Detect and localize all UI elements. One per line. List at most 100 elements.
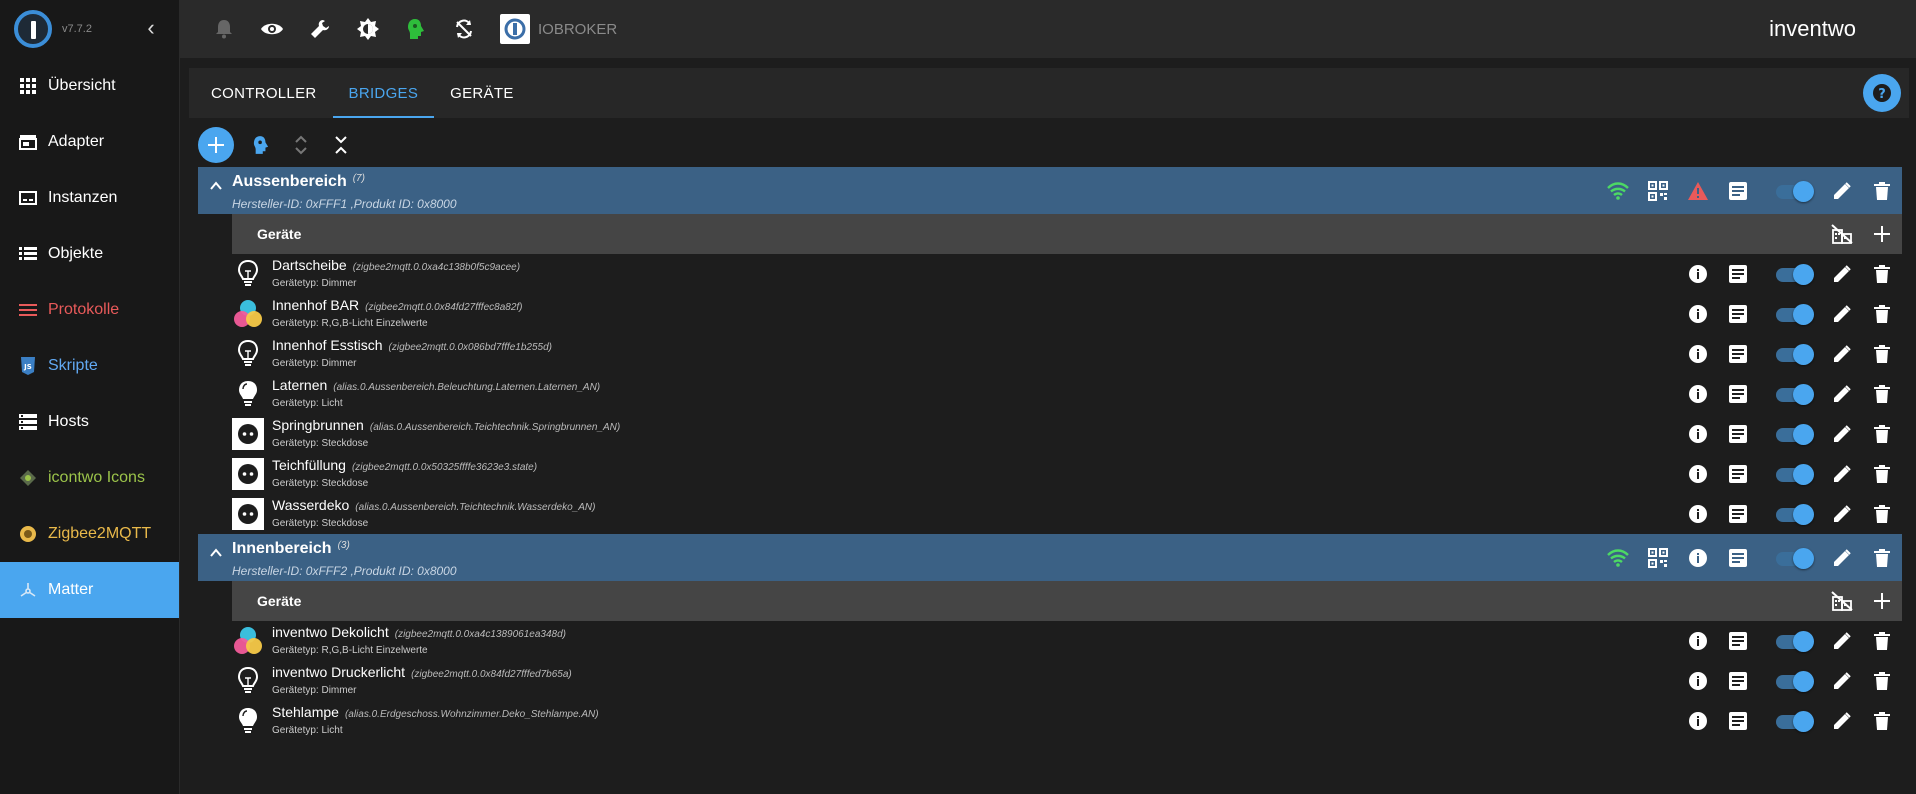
delete-trash-icon[interactable] (1862, 494, 1902, 534)
no-building-icon[interactable] (1822, 581, 1862, 621)
tab-bridges[interactable]: BRIDGES (332, 68, 435, 118)
notes-icon[interactable] (1718, 414, 1758, 454)
collapse-sidebar-icon[interactable]: ‹ (140, 17, 162, 40)
bridge-row[interactable]: Innenbereich (3) Hersteller-ID: 0xFFF2 ,P… (198, 534, 1902, 581)
sidebar-item-icontwo-icons[interactable]: icontwo Icons (0, 450, 179, 506)
edit-pencil-icon[interactable] (1822, 701, 1862, 741)
enable-toggle[interactable] (1774, 424, 1814, 445)
sidebar-item-protokolle[interactable]: Protokolle (0, 282, 179, 338)
edit-pencil-icon[interactable] (1822, 414, 1862, 454)
qr-code-icon[interactable] (1638, 171, 1678, 211)
theme-brightness-icon[interactable] (356, 17, 380, 41)
delete-trash-icon[interactable] (1862, 294, 1902, 334)
notes-icon[interactable] (1718, 701, 1758, 741)
enable-toggle[interactable] (1774, 384, 1814, 405)
sidebar-item-adapter[interactable]: Adapter (0, 114, 179, 170)
device-row[interactable]: Stehlampe (alias.0.Erdgeschoss.Wohnzimmer… (232, 701, 1902, 741)
delete-trash-icon[interactable] (1862, 374, 1902, 414)
device-row[interactable]: Laternen (alias.0.Aussenbereich.Beleuchtu… (232, 374, 1902, 414)
sidebar-item-uebersicht[interactable]: Übersicht (0, 58, 179, 114)
notes-icon[interactable] (1718, 538, 1758, 578)
delete-trash-icon[interactable] (1862, 334, 1902, 374)
add-device-plus-icon[interactable] (1862, 214, 1902, 254)
edit-pencil-icon[interactable] (1822, 334, 1862, 374)
notes-icon[interactable] (1718, 294, 1758, 334)
edit-pencil-icon[interactable] (1822, 454, 1862, 494)
edit-pencil-icon[interactable] (1822, 538, 1862, 578)
collapse-all-icon[interactable] (328, 132, 354, 158)
enable-toggle[interactable] (1774, 711, 1814, 732)
qr-code-icon[interactable] (1638, 538, 1678, 578)
delete-trash-icon[interactable] (1862, 538, 1902, 578)
sidebar-item-instanzen[interactable]: Instanzen (0, 170, 179, 226)
notes-icon[interactable] (1718, 334, 1758, 374)
wifi-icon[interactable] (1598, 538, 1638, 578)
device-row[interactable]: Teichfüllung (zigbee2mqtt.0.0x50325ffffe3… (232, 454, 1902, 494)
edit-pencil-icon[interactable] (1822, 494, 1862, 534)
notes-icon[interactable] (1718, 454, 1758, 494)
info-icon[interactable] (1678, 254, 1718, 294)
enable-toggle[interactable] (1774, 304, 1814, 325)
edit-pencil-icon[interactable] (1822, 661, 1862, 701)
device-row[interactable]: Wasserdeko (alias.0.Aussenbereich.Teichte… (232, 494, 1902, 534)
info-icon[interactable] (1678, 414, 1718, 454)
device-row[interactable]: Innenhof BAR (zigbee2mqtt.0.0x84fd27fffec… (232, 294, 1902, 334)
enable-toggle[interactable] (1774, 180, 1814, 202)
info-icon[interactable] (1678, 538, 1718, 578)
device-row[interactable]: Innenhof Esstisch (zigbee2mqtt.0.0x086bd7… (232, 334, 1902, 374)
enable-toggle[interactable] (1774, 464, 1814, 485)
iobroker-logo-icon[interactable] (14, 10, 52, 48)
notes-icon[interactable] (1718, 254, 1758, 294)
restart-sync-icon[interactable] (452, 17, 476, 41)
info-icon[interactable] (1678, 494, 1718, 534)
expand-all-icon[interactable] (288, 132, 314, 158)
delete-trash-icon[interactable] (1862, 661, 1902, 701)
sidebar-item-skripte[interactable]: JS Skripte (0, 338, 179, 394)
notes-icon[interactable] (1718, 621, 1758, 661)
notes-icon[interactable] (1718, 171, 1758, 211)
tab-geraete[interactable]: GERÄTE (434, 68, 529, 118)
wifi-icon[interactable] (1598, 171, 1638, 211)
sidebar-item-zigbee2mqtt[interactable]: Zigbee2MQTT (0, 506, 179, 562)
chevron-up-icon[interactable] (206, 179, 226, 199)
eye-icon[interactable] (260, 17, 284, 41)
device-row[interactable]: Springbrunnen (alias.0.Aussenbereich.Teic… (232, 414, 1902, 454)
edit-pencil-icon[interactable] (1822, 171, 1862, 211)
notes-icon[interactable] (1718, 661, 1758, 701)
enable-toggle[interactable] (1774, 264, 1814, 285)
chevron-up-icon[interactable] (206, 546, 226, 566)
expert-mode-head-icon[interactable] (404, 17, 428, 41)
edit-pencil-icon[interactable] (1822, 294, 1862, 334)
edit-pencil-icon[interactable] (1822, 374, 1862, 414)
warning-icon[interactable] (1678, 171, 1718, 211)
help-button[interactable]: ? (1863, 74, 1901, 112)
add-bridge-button[interactable] (198, 127, 234, 163)
sidebar-item-objekte[interactable]: Objekte (0, 226, 179, 282)
add-from-device-head-icon[interactable] (248, 132, 274, 158)
bridge-row[interactable]: Aussenbereich (7) Hersteller-ID: 0xFFF1 ,… (198, 167, 1902, 214)
info-icon[interactable] (1678, 294, 1718, 334)
delete-trash-icon[interactable] (1862, 454, 1902, 494)
enable-toggle[interactable] (1774, 671, 1814, 692)
sidebar-item-matter[interactable]: Matter (0, 562, 179, 618)
delete-trash-icon[interactable] (1862, 254, 1902, 294)
delete-trash-icon[interactable] (1862, 621, 1902, 661)
edit-pencil-icon[interactable] (1822, 621, 1862, 661)
edit-pencil-icon[interactable] (1822, 254, 1862, 294)
info-icon[interactable] (1678, 334, 1718, 374)
info-icon[interactable] (1678, 621, 1718, 661)
enable-toggle[interactable] (1774, 547, 1814, 569)
notes-icon[interactable] (1718, 494, 1758, 534)
info-icon[interactable] (1678, 661, 1718, 701)
device-row[interactable]: Dartscheibe (zigbee2mqtt.0.0xa4c138b0f5c9… (232, 254, 1902, 294)
wrench-icon[interactable] (308, 17, 332, 41)
bell-icon[interactable] (212, 17, 236, 41)
enable-toggle[interactable] (1774, 344, 1814, 365)
sidebar-item-hosts[interactable]: Hosts (0, 394, 179, 450)
no-building-icon[interactable] (1822, 214, 1862, 254)
delete-trash-icon[interactable] (1862, 701, 1902, 741)
tab-controller[interactable]: CONTROLLER (195, 68, 333, 118)
device-row[interactable]: inventwo Dekolicht (zigbee2mqtt.0.0xa4c13… (232, 621, 1902, 661)
info-icon[interactable] (1678, 374, 1718, 414)
enable-toggle[interactable] (1774, 504, 1814, 525)
